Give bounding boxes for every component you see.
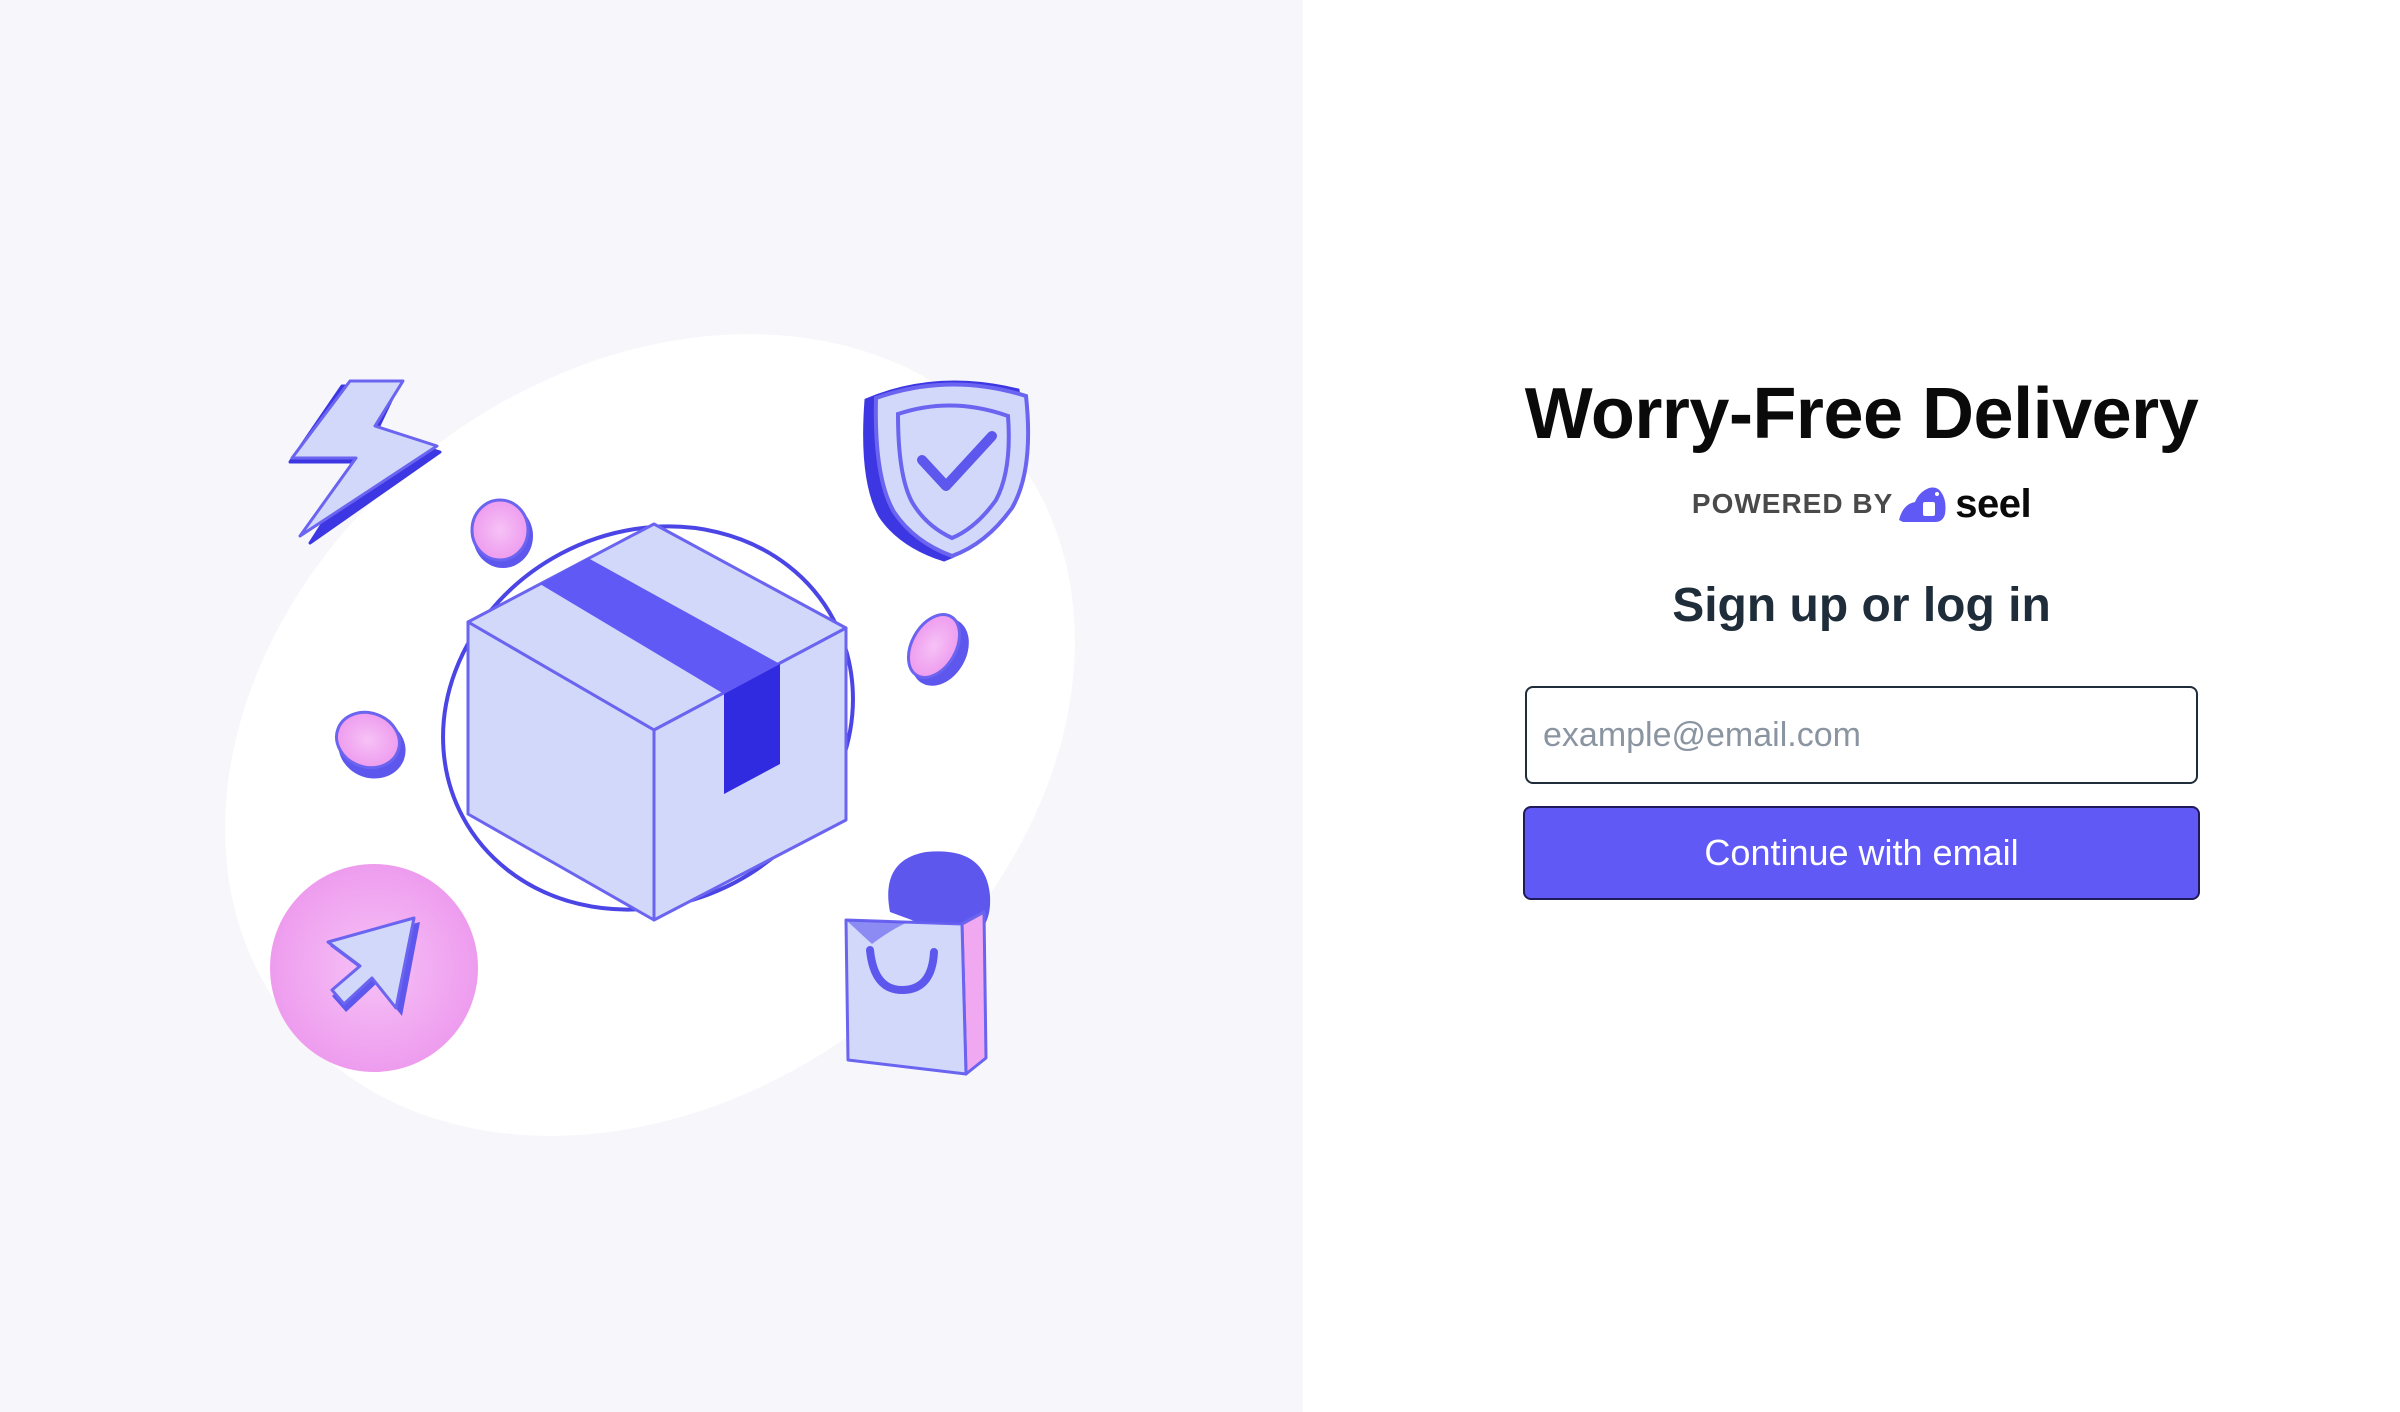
- delivery-illustration: [225, 334, 1075, 1136]
- page: Worry-Free Delivery POWERED BY seel Sign…: [0, 0, 2400, 1412]
- email-input[interactable]: [1525, 686, 2198, 784]
- auth-form: Worry-Free Delivery POWERED BY seel Sign…: [1523, 370, 2200, 900]
- auth-panel: Worry-Free Delivery POWERED BY seel Sign…: [1303, 0, 2400, 1412]
- illustration-panel: [0, 0, 1303, 1412]
- continue-with-email-button[interactable]: Continue with email: [1523, 806, 2200, 900]
- powered-by: POWERED BY seel: [1691, 481, 2032, 526]
- brand-name: seel: [1955, 481, 2032, 526]
- cursor-icon: [270, 864, 478, 1072]
- seel-logo-icon: [1897, 484, 1949, 524]
- page-title: Worry-Free Delivery: [1524, 374, 2199, 454]
- powered-by-label: POWERED BY: [1691, 488, 1894, 519]
- auth-subtitle: Sign up or log in: [1672, 579, 2051, 632]
